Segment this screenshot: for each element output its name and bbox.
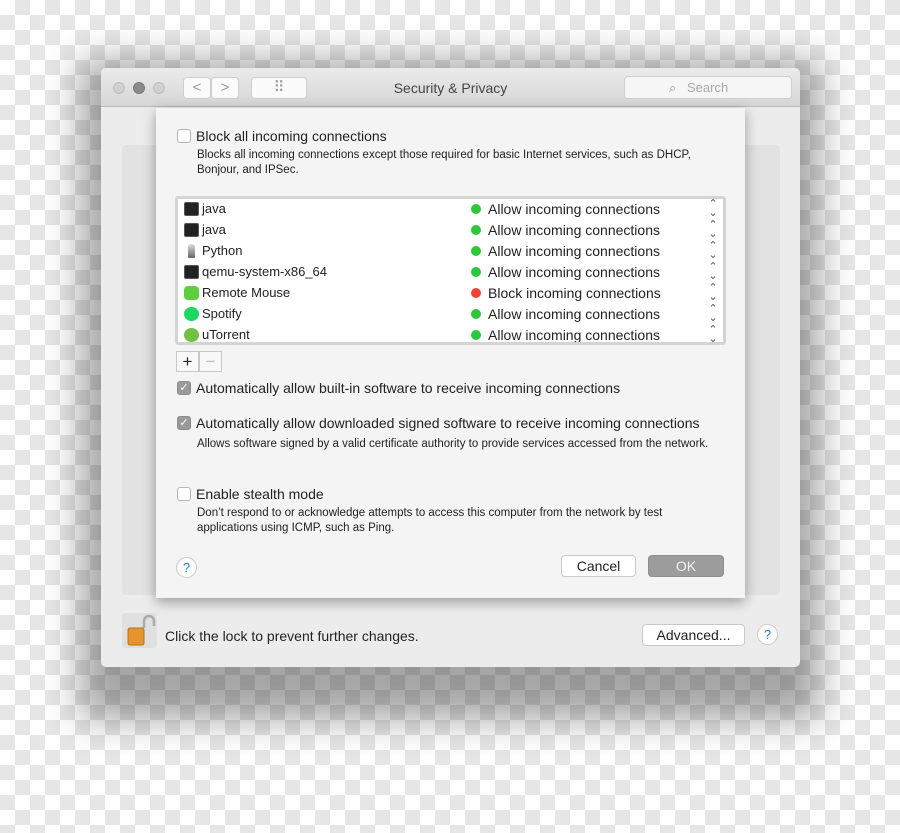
unlocked-padlock-icon xyxy=(127,614,156,646)
auto-builtin-label: Automatically allow built-in software to… xyxy=(196,380,621,396)
search-field[interactable]: ⌕ Search xyxy=(624,76,792,99)
spotify-icon xyxy=(184,307,199,321)
connection-status-select[interactable]: Allow incoming connections xyxy=(488,264,660,280)
add-app-button[interactable]: + xyxy=(176,351,199,372)
terminal-icon xyxy=(184,265,199,279)
search-icon: ⌕ xyxy=(669,80,677,95)
block-all-label: Block all incoming connections xyxy=(196,128,387,144)
app-name: Spotify xyxy=(202,306,242,321)
block-all-checkbox[interactable] xyxy=(177,129,191,143)
auto-signed-checkbox[interactable]: ✓ xyxy=(177,416,191,430)
utorrent-icon xyxy=(184,328,199,342)
status-dot-icon xyxy=(471,309,481,319)
app-name: Python xyxy=(202,243,243,258)
remove-app-button[interactable]: − xyxy=(199,351,222,372)
up-down-chevron-icon[interactable]: ⌃ ⌄ xyxy=(708,220,718,240)
ok-button[interactable]: OK xyxy=(648,555,724,577)
help-button[interactable]: ? xyxy=(757,624,778,645)
app-row[interactable]: Remote Mouse Block incoming connections … xyxy=(178,283,723,304)
status-dot-icon xyxy=(471,246,481,256)
up-down-chevron-icon[interactable]: ⌃ ⌄ xyxy=(708,199,718,219)
app-name: Remote Mouse xyxy=(202,285,291,300)
app-name: java xyxy=(202,222,226,237)
up-down-chevron-icon[interactable]: ⌃ ⌄ xyxy=(708,304,718,324)
lock-button[interactable] xyxy=(122,613,157,648)
connection-status-select[interactable]: Allow incoming connections xyxy=(488,306,660,322)
auto-signed-label: Automatically allow downloaded signed so… xyxy=(196,415,700,431)
app-row[interactable]: java Allow incoming connections ⌃ ⌄ xyxy=(178,199,723,220)
terminal-icon xyxy=(184,223,199,237)
cancel-button[interactable]: Cancel xyxy=(561,555,636,577)
app-row[interactable]: java Allow incoming connections ⌃ ⌄ xyxy=(178,220,723,241)
status-dot-icon xyxy=(471,225,481,235)
status-dot-icon xyxy=(471,330,481,340)
advanced-button[interactable]: Advanced... xyxy=(642,624,745,646)
block-all-description: Blocks all incoming connections except t… xyxy=(197,149,691,176)
title-bar: < > ⠿ Security & Privacy ⌕ Search xyxy=(101,68,800,107)
app-row[interactable]: Python Allow incoming connections ⌃ ⌄ xyxy=(178,241,723,262)
python-rocket-icon xyxy=(188,244,195,258)
connection-status-select[interactable]: Allow incoming connections xyxy=(488,201,660,217)
preferences-window: < > ⠿ Security & Privacy ⌕ Search Block … xyxy=(101,68,800,667)
auto-builtin-checkbox[interactable]: ✓ xyxy=(177,381,191,395)
lock-status-text: Click the lock to prevent further change… xyxy=(165,628,419,644)
connection-status-select[interactable]: Block incoming connections xyxy=(488,285,661,301)
app-name: qemu-system-x86_64 xyxy=(202,264,327,279)
up-down-chevron-icon[interactable]: ⌃ ⌄ xyxy=(708,262,718,282)
app-name: java xyxy=(202,201,226,216)
status-dot-icon xyxy=(471,204,481,214)
app-name: uTorrent xyxy=(202,327,250,342)
stealth-mode-label: Enable stealth mode xyxy=(196,486,324,502)
sheet-help-button[interactable]: ? xyxy=(176,557,197,578)
connection-status-select[interactable]: Allow incoming connections xyxy=(488,243,660,259)
up-down-chevron-icon[interactable]: ⌃ ⌄ xyxy=(708,283,718,303)
up-down-chevron-icon[interactable]: ⌃ ⌄ xyxy=(708,241,718,261)
app-row[interactable]: qemu-system-x86_64 Allow incoming connec… xyxy=(178,262,723,283)
status-dot-icon xyxy=(471,267,481,277)
connection-status-select[interactable]: Allow incoming connections xyxy=(488,222,660,238)
app-row[interactable]: uTorrent Allow incoming connections ⌃ ⌄ xyxy=(178,325,723,343)
search-placeholder: Search xyxy=(687,80,729,95)
status-dot-icon xyxy=(471,288,481,298)
remote-mouse-icon xyxy=(184,286,199,300)
stealth-mode-description: Don’t respond to or acknowledge attempts… xyxy=(197,507,663,534)
up-down-chevron-icon[interactable]: ⌃ ⌄ xyxy=(708,325,718,343)
auto-signed-description: Allows software signed by a valid certif… xyxy=(197,438,709,450)
stealth-mode-checkbox[interactable] xyxy=(177,487,191,501)
app-row[interactable]: Spotify Allow incoming connections ⌃ ⌄ xyxy=(178,304,723,325)
connection-status-select[interactable]: Allow incoming connections xyxy=(488,327,660,342)
app-list[interactable]: java Allow incoming connections ⌃ ⌄ java … xyxy=(175,196,726,345)
firewall-options-sheet: Block all incoming connections Blocks al… xyxy=(156,108,745,598)
terminal-icon xyxy=(184,202,199,216)
